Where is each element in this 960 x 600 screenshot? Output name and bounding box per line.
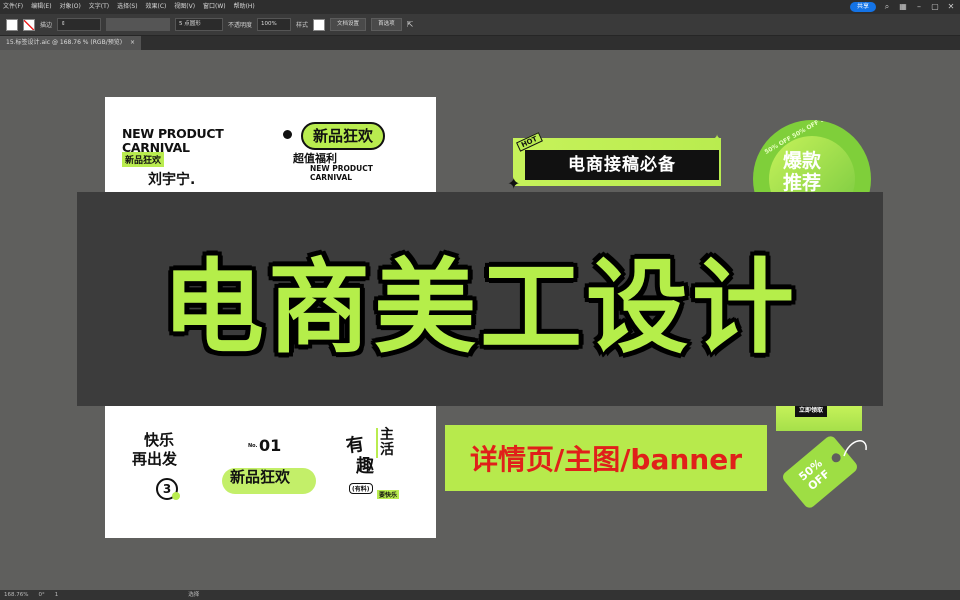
tab-bar: 15.标签设计.aic @ 168.76 % (RGB/预览) × [0, 36, 960, 50]
zhuhuo-text: 主 活 [376, 428, 394, 458]
menu-edit[interactable]: 编辑(E) [28, 0, 54, 14]
subtitle-en-2: CARNIVAL [310, 172, 353, 182]
opacity-label: 不透明度 [228, 22, 253, 29]
receive-box: 立即领取 [776, 405, 862, 431]
share-button[interactable]: 共享 [849, 2, 876, 12]
happy-line-1: 快乐 [144, 431, 175, 449]
name-text: 刘宇宁. [148, 172, 196, 188]
no-label: No. [248, 443, 258, 449]
green-dot [172, 492, 180, 500]
carnival-badge: 新品狂欢 [301, 122, 386, 150]
maximize-icon[interactable]: ▢ [930, 0, 940, 14]
status-bar: 168.76% 0° 1 选择 [0, 590, 960, 600]
menu-select[interactable]: 选择(S) [114, 0, 141, 14]
artboard-1: NEW PRODUCT CARNIVAL 新品狂欢 刘宇宁. 新品狂欢 超值福利… [105, 97, 436, 197]
zoom-level[interactable]: 168.76% [4, 590, 28, 600]
close-tab-icon[interactable]: × [130, 39, 135, 46]
title-overlay: 电商美工设计 [77, 192, 883, 406]
yaokuaile-tag: 要快乐 [377, 490, 400, 499]
brush-field[interactable]: 5 点圆形 [175, 18, 224, 31]
menu-effect[interactable]: 效果(C) [143, 0, 170, 14]
happy-text: 快乐 再出发 [132, 431, 177, 469]
menu-help[interactable]: 帮助(H) [231, 0, 258, 14]
tab-document[interactable]: 15.标签设计.aic @ 168.76 % (RGB/预览) × [0, 36, 142, 50]
preferences-button[interactable]: 首选项 [371, 18, 402, 31]
circle-text: 爆款 推荐 [783, 150, 821, 194]
happy-line-2: 再出发 [132, 450, 178, 468]
sparkle-icon: ✦ [507, 174, 521, 193]
hot-banner: HOT 电商接稿必备 ✦ ✦ [507, 132, 722, 193]
circle-text-2: 推荐 [783, 172, 822, 194]
main-title: 电商美工设计 [160, 246, 798, 370]
window-controls: 共享 ⌕ ▦ – ▢ ✕ [849, 0, 956, 14]
rotation-angle[interactable]: 0° [38, 590, 44, 600]
huo-char: 活 [380, 442, 394, 458]
bullet-dot [283, 130, 292, 139]
align-icon[interactable]: ⇱ [407, 20, 414, 29]
menu-file[interactable]: 文件(F) [0, 0, 26, 14]
style-label: 样式 [296, 22, 309, 29]
minimize-icon[interactable]: – [914, 0, 924, 14]
new-product-title: NEW PRODUCT CARNIVAL [122, 126, 224, 155]
control-bar: 描边 ⇕ 5 点圆形 不透明度 100% 样式 文档设置 首选项 ⇱ [0, 14, 960, 36]
menu-view[interactable]: 视图(V) [171, 0, 198, 14]
carnival-tag: 新品狂欢 [122, 152, 165, 167]
style-swatch[interactable] [313, 18, 326, 31]
stroke-swatch[interactable] [23, 18, 35, 31]
zhu-char: 主 [380, 427, 394, 443]
youliao-tag: (有料) [349, 483, 373, 494]
subtitle-en: NEW PRODUCT CARNIVAL [310, 164, 373, 182]
stroke-label: 描边 [40, 22, 53, 29]
menu-bar: 文件(F) 编辑(E) 对象(O) 文字(T) 选择(S) 效果(C) 视图(V… [0, 0, 960, 14]
opacity-field[interactable]: 100% [257, 18, 292, 31]
detail-banner: 详情页/主图/banner [445, 425, 767, 491]
number-01: 01 [259, 436, 282, 455]
close-icon[interactable]: ✕ [946, 0, 956, 14]
doc-setup-button[interactable]: 文档设置 [330, 18, 367, 31]
title-line-1: NEW PRODUCT [122, 126, 224, 141]
receive-button[interactable]: 立即领取 [795, 405, 828, 417]
menu-object[interactable]: 对象(O) [56, 0, 83, 14]
artboard-3: 快乐 再出发 3 No. 01 新品狂欢 有 趣 主 活 (有料) 要快乐 [105, 404, 436, 538]
tag-string [843, 440, 867, 457]
badge-text: 新品狂欢 [313, 127, 374, 145]
stroke-weight-field[interactable]: ⇕ [57, 18, 102, 31]
qu-char: 趣 [356, 456, 374, 477]
current-tool: 选择 [188, 592, 200, 598]
hot-banner-text: 电商接稿必备 [525, 150, 719, 180]
detail-banner-text: 详情页/主图/banner [469, 443, 743, 476]
workspace-icon[interactable]: ▦ [898, 0, 908, 14]
sparkle-icon-small: ✦ [712, 132, 723, 146]
artboard-number[interactable]: 1 [55, 590, 59, 600]
tab-label: 15.标签设计.aic @ 168.76 % (RGB/预览) [6, 39, 123, 46]
menu-window[interactable]: 窗口(W) [200, 0, 229, 14]
menu-type[interactable]: 文字(T) [86, 0, 112, 14]
variable-width-field[interactable] [106, 18, 171, 31]
carnival-text: 新品狂欢 [230, 468, 291, 486]
search-icon[interactable]: ⌕ [882, 0, 892, 14]
fill-swatch[interactable] [6, 18, 18, 31]
circle-text-1: 爆款 [783, 150, 822, 172]
